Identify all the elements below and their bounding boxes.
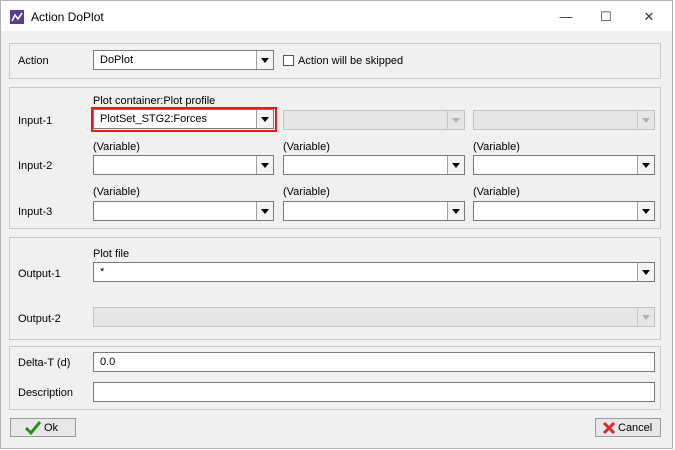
plot-container-label: Plot container:Plot profile	[93, 95, 216, 107]
output-2-combo	[93, 307, 655, 327]
cancel-button[interactable]: Cancel	[595, 418, 661, 437]
input-3-label: Input-3	[18, 206, 53, 218]
input-1-col2-combo	[283, 110, 465, 130]
chevron-down-icon	[447, 111, 464, 129]
delta-t-label: Delta-T (d)	[18, 357, 71, 369]
variable-label: (Variable)	[283, 186, 330, 198]
plot-file-label: Plot file	[93, 248, 130, 260]
cancel-button-label: Cancel	[618, 422, 653, 434]
output-1-label: Output-1	[18, 268, 61, 280]
input-1-label: Input-1	[18, 115, 53, 127]
description-input[interactable]	[93, 382, 655, 402]
variable-label: (Variable)	[283, 141, 330, 153]
app-plot-icon	[10, 10, 24, 24]
input-1-col3-combo	[473, 110, 655, 130]
chevron-down-icon[interactable]	[447, 156, 464, 174]
output-1-combo[interactable]: *	[93, 262, 655, 282]
output-2-label: Output-2	[18, 313, 61, 325]
input-3-col2-combo[interactable]	[283, 201, 465, 221]
skip-checkbox[interactable]	[283, 55, 294, 66]
checkmark-icon	[25, 421, 41, 435]
input-2-col2-combo[interactable]	[283, 155, 465, 175]
action-combo[interactable]: DoPlot	[93, 50, 274, 70]
skip-checkbox-label: Action will be skipped	[298, 55, 404, 67]
variable-label: (Variable)	[93, 186, 140, 198]
output-1-value: *	[100, 266, 105, 278]
input-3-col3-combo[interactable]	[473, 201, 655, 221]
chevron-down-icon[interactable]	[637, 156, 654, 174]
variable-label: (Variable)	[93, 141, 140, 153]
chevron-down-icon	[637, 308, 654, 326]
action-label: Action	[18, 55, 49, 67]
delta-t-value: 0.0	[100, 356, 116, 368]
variable-label: (Variable)	[473, 186, 520, 198]
variable-label: (Variable)	[473, 141, 520, 153]
chevron-down-icon[interactable]	[256, 156, 273, 174]
maximize-button[interactable]: ☐	[591, 5, 621, 29]
ok-button-label: Ok	[44, 422, 59, 434]
ok-button[interactable]: Ok	[10, 418, 76, 437]
highlight-box	[91, 107, 277, 132]
action-combo-value: DoPlot	[100, 54, 134, 66]
chevron-down-icon[interactable]	[256, 202, 273, 220]
chevron-down-icon	[637, 111, 654, 129]
chevron-down-icon[interactable]	[447, 202, 464, 220]
input-2-col1-combo[interactable]	[93, 155, 274, 175]
title-bar: Action DoPlot — ☐ ✕	[1, 1, 672, 31]
input-3-col1-combo[interactable]	[93, 201, 274, 221]
chevron-down-icon[interactable]	[637, 263, 654, 281]
input-2-label: Input-2	[18, 160, 53, 172]
cancel-x-icon	[602, 421, 616, 435]
chevron-down-icon[interactable]	[637, 202, 654, 220]
delta-t-input[interactable]: 0.0	[93, 352, 655, 372]
chevron-down-icon[interactable]	[256, 51, 273, 69]
minimize-button[interactable]: —	[551, 5, 581, 29]
input-2-col3-combo[interactable]	[473, 155, 655, 175]
description-label: Description	[18, 387, 74, 399]
window-title: Action DoPlot	[31, 10, 104, 24]
close-button[interactable]: ✕	[634, 5, 664, 29]
